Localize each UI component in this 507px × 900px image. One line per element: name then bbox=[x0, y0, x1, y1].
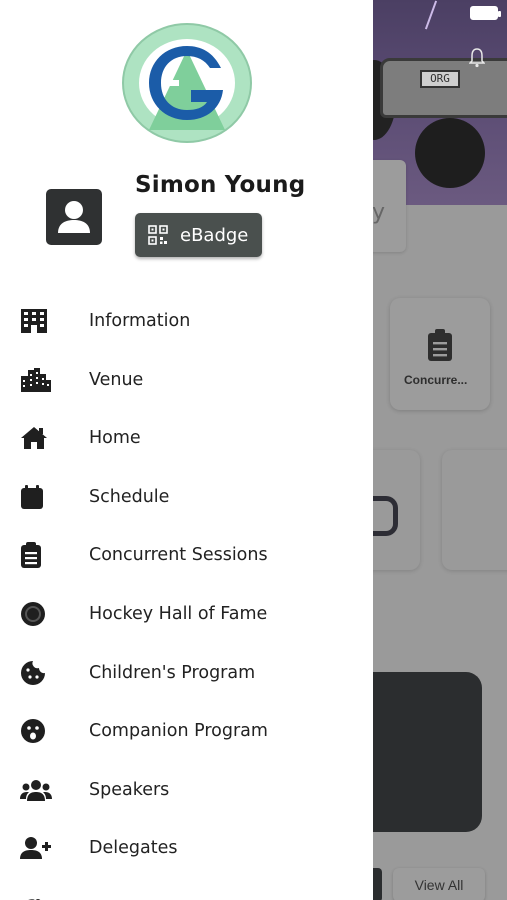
menu-item-label: Companion Program bbox=[89, 721, 268, 742]
city-icon bbox=[20, 366, 52, 394]
avatar[interactable] bbox=[46, 189, 102, 245]
menu-item-delegates[interactable]: Delegates bbox=[0, 819, 373, 877]
menu-item-childrens-program[interactable]: Children's Program bbox=[0, 644, 373, 702]
qr-code-icon bbox=[148, 225, 168, 245]
menu-item-hockey-hall-of-fame[interactable]: Hockey Hall of Fame bbox=[0, 585, 373, 643]
hockey-puck-icon bbox=[20, 600, 52, 628]
background-car bbox=[380, 58, 507, 118]
background-wheel bbox=[415, 118, 485, 188]
background-tile-label: Concurre... bbox=[404, 373, 468, 387]
background-plate: ORG bbox=[420, 70, 460, 88]
menu-item-label: Schedule bbox=[89, 486, 170, 507]
battery-icon bbox=[470, 6, 501, 20]
clipboard-icon bbox=[20, 541, 52, 569]
more-icon bbox=[20, 893, 52, 900]
user-name: Simon Young bbox=[135, 172, 306, 198]
background-glyph bbox=[372, 496, 398, 536]
menu-item-label: Hockey Hall of Fame bbox=[89, 604, 268, 624]
home-icon bbox=[20, 424, 52, 452]
user-plus-icon bbox=[20, 834, 52, 862]
oag-logo bbox=[122, 23, 252, 143]
building-icon bbox=[20, 307, 52, 335]
menu-item-partial[interactable] bbox=[0, 878, 373, 900]
menu-item-speakers[interactable]: Speakers bbox=[0, 761, 373, 819]
menu-item-label: Children's Program bbox=[89, 662, 256, 683]
menu-item-venue[interactable]: Venue bbox=[0, 351, 373, 409]
menu-item-label: Concurrent Sessions bbox=[89, 545, 268, 566]
background-card-text: y bbox=[372, 200, 386, 225]
ebadge-button[interactable]: eBadge bbox=[135, 213, 262, 257]
ebadge-label: eBadge bbox=[180, 224, 249, 246]
menu-item-information[interactable]: Information bbox=[0, 292, 373, 350]
menu-item-home[interactable]: Home bbox=[0, 409, 373, 467]
menu-item-label: Delegates bbox=[89, 838, 178, 859]
menu-item-label: Speakers bbox=[89, 779, 170, 800]
navigation-drawer: Simon Young eBadge Information Venue Hom… bbox=[0, 0, 373, 900]
clipboard-icon bbox=[428, 329, 452, 361]
calendar-icon bbox=[20, 483, 52, 511]
menu-item-concurrent-sessions[interactable]: Concurrent Sessions bbox=[0, 526, 373, 584]
menu-item-schedule[interactable]: Schedule bbox=[0, 468, 373, 526]
view-all-button[interactable]: View All bbox=[393, 868, 485, 900]
background-tile[interactable] bbox=[442, 450, 507, 570]
menu-item-label: Venue bbox=[89, 369, 144, 390]
cookie-icon bbox=[20, 659, 52, 687]
menu-item-label: Home bbox=[89, 428, 141, 449]
bell-icon[interactable] bbox=[469, 48, 485, 68]
face-icon bbox=[20, 717, 52, 745]
menu-item-companion-program[interactable]: Companion Program bbox=[0, 702, 373, 760]
users-icon bbox=[20, 776, 52, 804]
menu-item-label: Information bbox=[89, 311, 191, 331]
